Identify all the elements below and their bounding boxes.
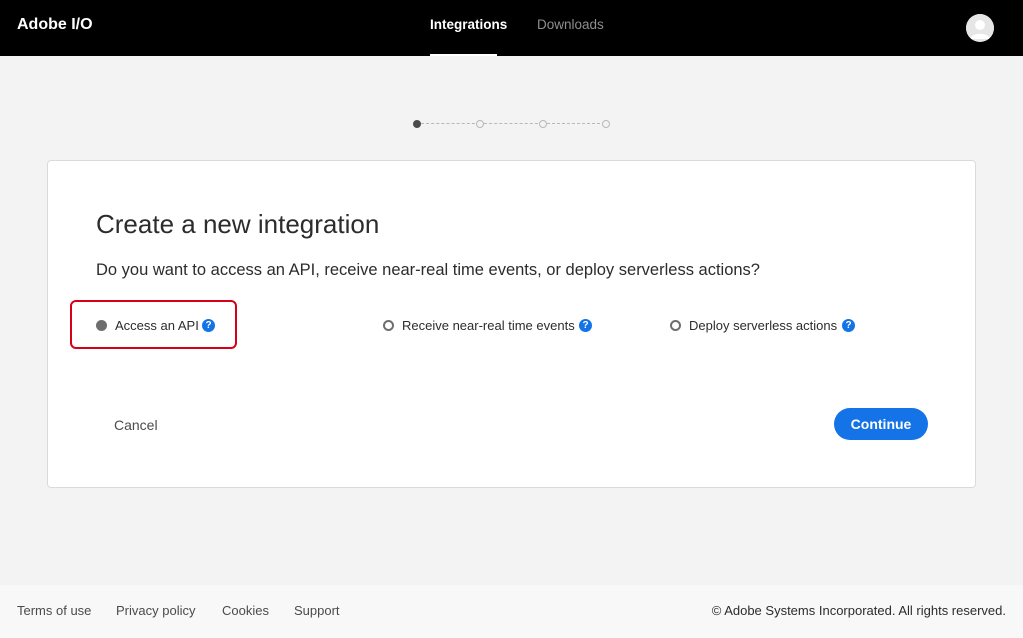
radio-receive-events[interactable]	[383, 320, 394, 331]
question-icon[interactable]: ?	[842, 319, 855, 332]
footer-link-terms[interactable]: Terms of use	[17, 603, 91, 618]
stepper-step-1	[413, 120, 421, 128]
page-title: Create a new integration	[96, 209, 380, 239]
continue-button[interactable]: Continue	[834, 408, 928, 440]
copyright-text: © Adobe Systems Incorporated. All rights…	[711, 603, 1006, 618]
stepper-connector	[547, 123, 605, 124]
question-icon[interactable]: ?	[579, 319, 592, 332]
option-label: Deploy serverless actions	[689, 318, 838, 333]
radio-deploy-actions[interactable]	[670, 320, 681, 331]
progress-stepper	[410, 117, 610, 131]
integration-question: Do you want to access an API, receive ne…	[96, 261, 760, 279]
footer: Terms of use Privacy policy Cookies Supp…	[0, 585, 1023, 638]
option-label: Receive near-real time events	[402, 318, 575, 333]
footer-link-cookies[interactable]: Cookies	[222, 603, 269, 618]
tab-downloads[interactable]: Downloads	[537, 17, 604, 56]
stepper-step-4	[602, 120, 610, 128]
stepper-step-3	[539, 120, 547, 128]
stepper-connector	[421, 123, 480, 124]
cancel-button[interactable]: Cancel	[114, 417, 158, 433]
brand-logo[interactable]: Adobe I/O	[17, 16, 93, 34]
user-avatar-icon[interactable]	[966, 14, 994, 42]
selection-highlight-box	[70, 300, 237, 349]
top-navigation-bar: Adobe I/O Integrations Downloads	[0, 0, 1023, 56]
tab-integrations[interactable]: Integrations	[430, 17, 507, 56]
stepper-step-2	[476, 120, 484, 128]
footer-link-privacy[interactable]: Privacy policy	[116, 603, 195, 618]
stepper-connector	[484, 123, 543, 124]
footer-link-support[interactable]: Support	[294, 603, 340, 618]
